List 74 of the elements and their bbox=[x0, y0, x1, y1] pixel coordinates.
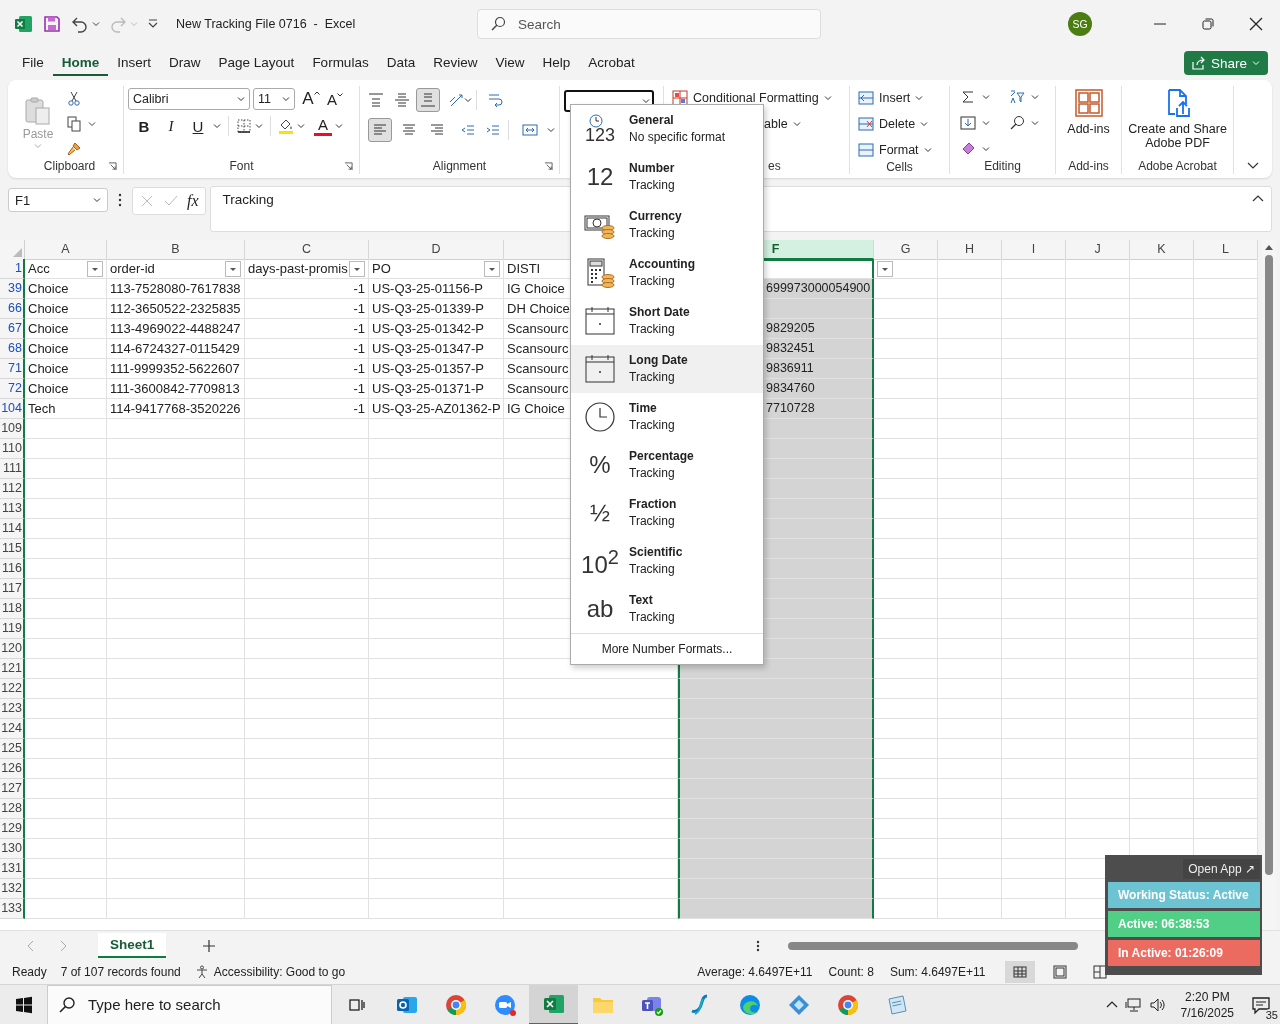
format-name: Percentage bbox=[629, 448, 694, 465]
format-example: Tracking bbox=[629, 417, 675, 434]
table-cell: US-Q3-25-01156-P bbox=[369, 279, 504, 299]
format-symbol: 10$^{2}$ bbox=[581, 545, 619, 579]
format-symbol: 12 bbox=[586, 163, 614, 191]
table-cell: Choice bbox=[25, 319, 107, 339]
table-cell: Choice bbox=[25, 279, 107, 299]
table-cell: 114-9417768-3520226 bbox=[107, 399, 245, 419]
table-cell: Choice bbox=[25, 299, 107, 319]
format-example: Tracking bbox=[629, 609, 675, 626]
group-label: Cells bbox=[886, 160, 913, 174]
count-value: Count: 8 bbox=[828, 965, 874, 979]
format-symbol: % bbox=[589, 451, 611, 479]
table-cell: 113-7528080-7617838 bbox=[107, 279, 245, 299]
status-banner: Active: 06:38:53 bbox=[1108, 911, 1260, 937]
table-cell: 113-4969022-4488247 bbox=[107, 319, 245, 339]
format-example: No specific format bbox=[629, 129, 726, 146]
column-title: days-past-promis bbox=[248, 260, 348, 278]
status-banner: Working Status: Active bbox=[1108, 882, 1260, 908]
column-title: DISTI bbox=[507, 260, 541, 278]
format-symbol: 123 bbox=[584, 124, 615, 145]
format-name: Number bbox=[629, 160, 675, 177]
group-label: Clipboard bbox=[43, 159, 96, 173]
format-example: Tracking bbox=[629, 561, 676, 578]
table-cell: 114-6724327-0115429 bbox=[107, 339, 245, 359]
table-cell: US-Q3-25-01339-P bbox=[369, 299, 504, 319]
table-cell: -1 bbox=[245, 299, 369, 319]
format-example: Tracking bbox=[629, 513, 676, 530]
column-title: order-id bbox=[110, 260, 155, 278]
table-cell: -1 bbox=[245, 399, 369, 419]
average-value: Average: 4.6497E+11 bbox=[697, 965, 813, 979]
window-title: New Tracking File 0716 - Excel bbox=[176, 17, 356, 31]
table-cell: Choice bbox=[25, 359, 107, 379]
group-label: Editing bbox=[984, 159, 1021, 173]
table-cell: 111-9999352-5622607 bbox=[107, 359, 245, 379]
format-name: General bbox=[629, 112, 675, 129]
format-example: Tracking bbox=[629, 225, 676, 242]
format-name: Text bbox=[629, 592, 654, 609]
format-example: Tracking bbox=[629, 321, 676, 338]
table-cell: -1 bbox=[245, 279, 369, 299]
table-cell: -1 bbox=[245, 339, 369, 359]
sum-value: Sum: 4.6497E+11 bbox=[889, 965, 986, 979]
format-symbol: ½ bbox=[590, 499, 610, 527]
table-cell: -1 bbox=[245, 319, 369, 339]
group-label: Add-ins bbox=[1068, 159, 1109, 173]
group-label: Alignment bbox=[432, 159, 487, 173]
group-label: Adobe Acrobat bbox=[1138, 159, 1217, 173]
table-cell: US-Q3-25-01371-P bbox=[369, 379, 504, 399]
table-cell: 112-3650522-2325835 bbox=[107, 299, 245, 319]
format-name: Fraction bbox=[629, 496, 677, 513]
status-text: Ready bbox=[12, 965, 47, 979]
format-symbol: ab bbox=[586, 595, 614, 623]
table-cell: -1 bbox=[245, 359, 369, 379]
notification-count: 35 bbox=[1263, 1008, 1280, 1021]
table-cell: -1 bbox=[245, 379, 369, 399]
column-title: Acc bbox=[28, 260, 50, 278]
column-title: PO bbox=[372, 260, 391, 278]
format-example: Tracking bbox=[629, 465, 676, 482]
table-cell: Tech bbox=[25, 399, 107, 419]
format-name: Scientific bbox=[629, 544, 683, 561]
table-cell: Choice bbox=[25, 379, 107, 399]
format-name: Time bbox=[629, 400, 658, 417]
table-cell: Choice bbox=[25, 339, 107, 359]
table-cell: US-Q3-25-01342-P bbox=[369, 319, 504, 339]
group-label: Font bbox=[229, 159, 254, 173]
group-label: es bbox=[768, 159, 781, 173]
table-cell: US-Q3-25-01357-P bbox=[369, 359, 504, 379]
table-cell: US-Q3-25-AZ01362-P bbox=[369, 399, 504, 419]
format-name: Currency bbox=[629, 208, 682, 225]
status-banner: In Active: 01:26:09 bbox=[1108, 940, 1260, 966]
format-example: Tracking bbox=[629, 177, 675, 194]
table-cell: 111-3600842-7709813 bbox=[107, 379, 245, 399]
records-count: 7 of 107 records found bbox=[60, 965, 181, 979]
table-cell: US-Q3-25-01347-P bbox=[369, 339, 504, 359]
